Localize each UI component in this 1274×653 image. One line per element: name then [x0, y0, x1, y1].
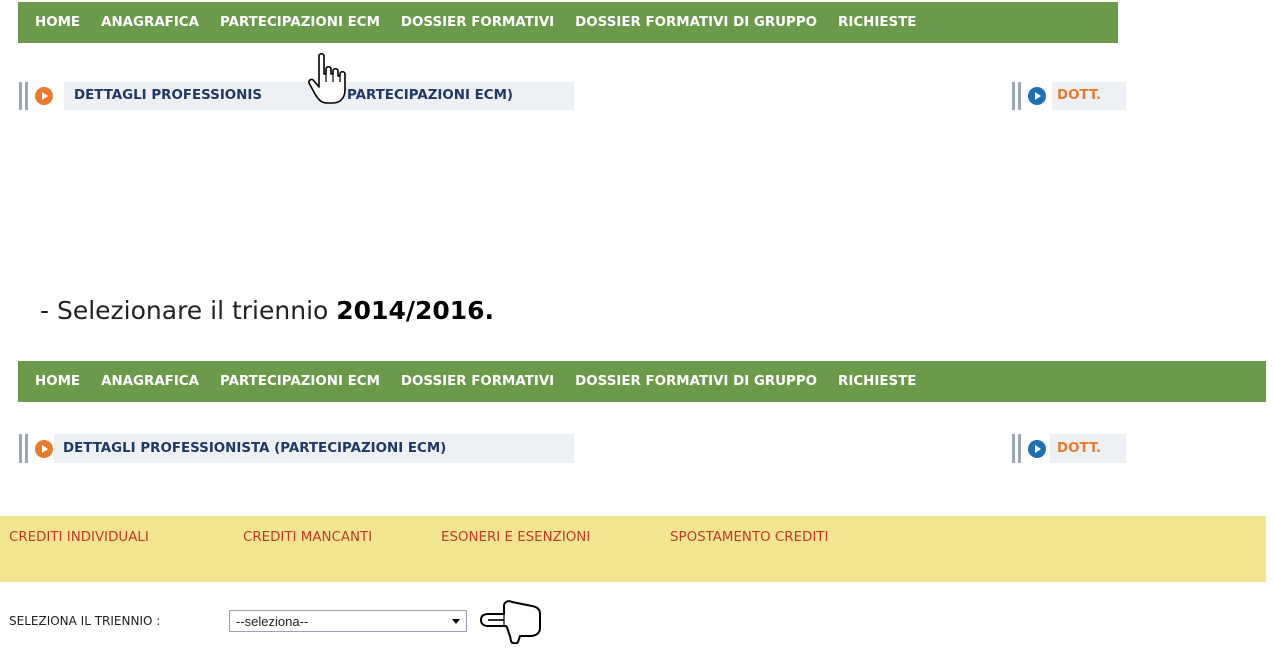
nav-home[interactable]: HOME	[35, 374, 80, 389]
strip-divider	[1012, 434, 1015, 463]
doctor-label: DOTT.	[1057, 88, 1102, 103]
details-title-partial-left: DETTAGLI PROFESSIONIS	[74, 88, 263, 103]
strip-divider	[1012, 82, 1015, 110]
doctor-label: DOTT.	[1057, 441, 1102, 456]
nav-richieste[interactable]: RICHIESTE	[838, 374, 916, 389]
triennio-label: SELEZIONA IL TRIENNIO :	[9, 614, 161, 628]
nav-dossier-formativi-gruppo[interactable]: DOSSIER FORMATIVI DI GRUPPO	[575, 15, 817, 30]
top-nav-bar: HOME ANAGRAFICA PARTECIPAZIONI ECM DOSSI…	[18, 2, 1118, 43]
subnav-crediti-individuali[interactable]: CREDITI INDIVIDUALI	[9, 530, 149, 545]
triennio-select-value: --seleziona--	[236, 614, 309, 629]
nav-anagrafica[interactable]: ANAGRAFICA	[101, 374, 199, 389]
instruction-text: - Selezionare il triennio 2014/2016.	[40, 296, 494, 325]
hand-pointing-left-icon	[480, 600, 541, 644]
strip-divider	[19, 82, 22, 110]
strip-divider	[25, 82, 28, 110]
strip-divider	[19, 434, 22, 463]
chevron-right-circle-icon	[35, 87, 53, 105]
chevron-right-circle-icon	[1028, 440, 1046, 458]
nav-anagrafica[interactable]: ANAGRAFICA	[101, 15, 199, 30]
strip-divider	[1018, 434, 1021, 463]
bottom-nav-bar: HOME ANAGRAFICA PARTECIPAZIONI ECM DOSSI…	[18, 361, 1266, 402]
nav-richieste[interactable]: RICHIESTE	[838, 15, 916, 30]
nav-dossier-formativi-gruppo[interactable]: DOSSIER FORMATIVI DI GRUPPO	[575, 374, 817, 389]
nav-partecipazioni-ecm[interactable]: PARTECIPAZIONI ECM	[220, 374, 380, 389]
subnav-spostamento-crediti[interactable]: SPOSTAMENTO CREDITI	[670, 530, 828, 545]
instruction-prefix: - Selezionare il triennio	[40, 296, 337, 325]
triennio-select[interactable]: --seleziona--	[229, 610, 467, 632]
credits-subnav: CREDITI INDIVIDUALI CREDITI MANCANTI ESO…	[0, 516, 1266, 582]
chevron-right-circle-icon	[35, 440, 53, 458]
chevron-right-circle-icon	[1028, 87, 1046, 105]
instruction-highlight: 2014/2016.	[336, 296, 495, 325]
subnav-crediti-mancanti[interactable]: CREDITI MANCANTI	[243, 530, 372, 545]
subnav-esoneri-esenzioni[interactable]: ESONERI E ESENZIONI	[441, 530, 590, 545]
strip-divider	[25, 434, 28, 463]
chevron-down-icon	[452, 619, 460, 624]
nav-partecipazioni-ecm[interactable]: PARTECIPAZIONI ECM	[220, 15, 380, 30]
strip-divider	[1018, 82, 1021, 110]
details-title-partial-right: PARTECIPAZIONI ECM)	[347, 88, 514, 103]
nav-dossier-formativi[interactable]: DOSSIER FORMATIVI	[401, 374, 554, 389]
details-title: DETTAGLI PROFESSIONISTA (PARTECIPAZIONI …	[63, 441, 447, 456]
hand-pointer-cursor-icon	[308, 52, 346, 104]
nav-dossier-formativi[interactable]: DOSSIER FORMATIVI	[401, 15, 554, 30]
nav-home[interactable]: HOME	[35, 15, 80, 30]
